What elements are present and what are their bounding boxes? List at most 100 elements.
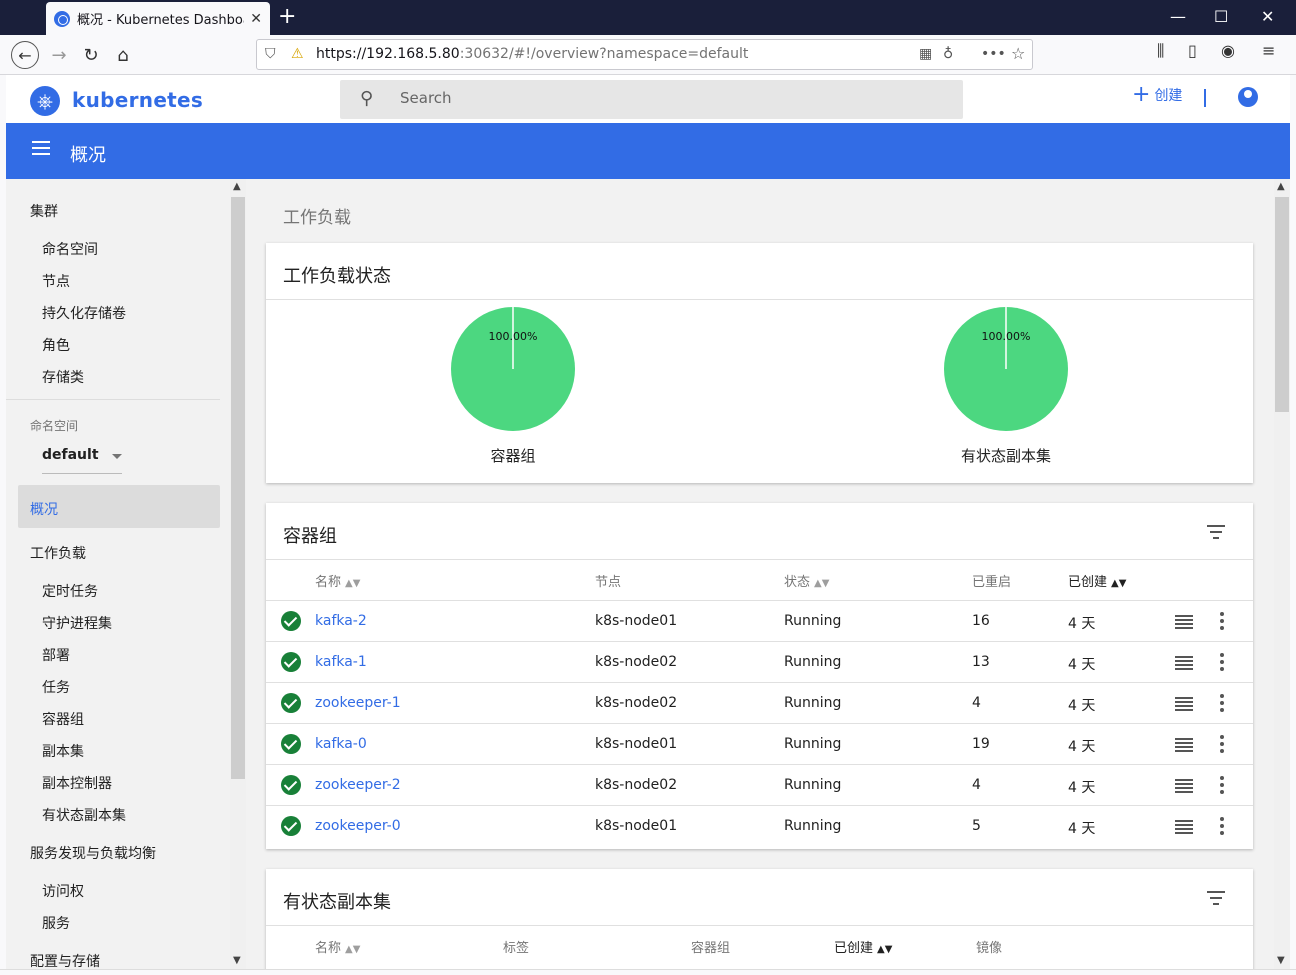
sidebar-item-services[interactable]: 服务 [42, 913, 70, 933]
more-vert-icon[interactable] [1220, 817, 1224, 838]
sidebar-section-cluster[interactable]: 集群 [30, 201, 58, 221]
pod-name-link[interactable]: kafka-2 [315, 613, 367, 629]
filter-icon[interactable] [1207, 891, 1225, 905]
sidebar-item-pods[interactable]: 容器组 [42, 709, 84, 729]
sidebar-item-roles[interactable]: 角色 [42, 335, 70, 355]
main-scrollbar[interactable]: ▲ ▼ [1274, 179, 1290, 969]
user-account-icon[interactable] [1238, 87, 1258, 107]
main-scroll-thumb[interactable] [1275, 197, 1289, 412]
insecure-lock-icon[interactable]: ⚠ [291, 46, 304, 62]
sidebar-item-statefulsets[interactable]: 有状态副本集 [42, 805, 126, 825]
title-bar: 概况 - Kubernetes Dashboard ✕ + — ☐ ✕ [0, 0, 1296, 35]
more-vert-icon[interactable] [1220, 776, 1224, 797]
logs-icon[interactable] [1175, 820, 1193, 834]
table-row: kafka-0 k8s-node01 Running 19 4 天 [266, 723, 1253, 764]
search-input[interactable] [400, 89, 920, 107]
url-text[interactable]: https://192.168.5.80:30632/#!/overview?n… [316, 46, 748, 62]
pod-name-link[interactable]: zookeeper-2 [315, 777, 401, 793]
close-tab-icon[interactable]: ✕ [250, 11, 262, 27]
scroll-up-icon[interactable]: ▲ [233, 181, 241, 192]
sidebar-item-ingresses[interactable]: 访问权 [42, 881, 84, 901]
pod-node: k8s-node01 [595, 736, 678, 752]
column-header-name[interactable]: 名称 ▲▼ [315, 937, 360, 956]
home-icon[interactable]: ⌂ [109, 41, 137, 69]
pod-name-link[interactable]: kafka-1 [315, 654, 367, 670]
sidebar-item-storage-classes[interactable]: 存储类 [42, 367, 84, 387]
shield-icon[interactable]: ⛉ [265, 46, 276, 62]
sidebar-section-workloads[interactable]: 工作负载 [30, 543, 86, 563]
sidebar-section-discovery[interactable]: 服务发现与负载均衡 [30, 843, 156, 863]
logs-icon[interactable] [1175, 738, 1193, 752]
pod-age: 4 天 [1068, 780, 1096, 796]
sidebar-section-config[interactable]: 配置与存储 [30, 951, 100, 969]
pod-restarts: 4 [972, 777, 981, 793]
filter-icon[interactable] [1207, 525, 1225, 539]
search-icon: ⚲ [360, 88, 374, 109]
kubernetes-logo-icon[interactable]: ⎈ [30, 86, 60, 116]
pods-status-pie[interactable] [450, 306, 576, 432]
account-icon[interactable]: ◉ [1221, 41, 1235, 60]
brand-name[interactable]: kubernetes [72, 88, 203, 112]
hamburger-menu-icon[interactable] [32, 141, 50, 155]
new-tab-icon[interactable]: + [278, 4, 296, 30]
sidebar-item-namespaces[interactable]: 命名空间 [42, 239, 98, 259]
page-title: 概况 [70, 145, 106, 166]
sort-asc-icon: ▲▼ [1111, 578, 1127, 589]
page-actions-icon[interactable]: ••• [981, 46, 1006, 62]
more-vert-icon[interactable] [1220, 735, 1224, 756]
app-menu-icon[interactable]: ≡ [1262, 41, 1275, 60]
sidebar-item-daemonsets[interactable]: 守护进程集 [42, 613, 112, 633]
pod-name-link[interactable]: zookeeper-0 [315, 818, 401, 834]
pod-age: 4 天 [1068, 821, 1096, 837]
forward-icon[interactable]: → [45, 41, 73, 69]
pod-restarts: 16 [972, 613, 990, 629]
sidebar-item-overview[interactable]: 概况 [30, 499, 58, 519]
logs-icon[interactable] [1175, 615, 1193, 629]
statefulsets-status-pie[interactable] [943, 306, 1069, 432]
sidebar-item-jobs[interactable]: 任务 [42, 677, 70, 697]
browser-tab[interactable]: 概况 - Kubernetes Dashboard ✕ [46, 2, 270, 35]
section-title: 工作负载 [283, 208, 351, 228]
logs-icon[interactable] [1175, 779, 1193, 793]
logs-icon[interactable] [1175, 656, 1193, 670]
search-box[interactable]: ⚲ [340, 80, 963, 119]
more-vert-icon[interactable] [1220, 694, 1224, 715]
scroll-up-icon[interactable]: ▲ [1277, 181, 1285, 192]
sidebar-item-persistent-volumes[interactable]: 持久化存储卷 [42, 303, 126, 323]
sidebar-toggle-icon[interactable]: ▯ [1188, 41, 1197, 60]
minimize-icon[interactable]: — [1170, 7, 1186, 27]
sidebar-item-nodes[interactable]: 节点 [42, 271, 70, 291]
qr-code-icon[interactable]: ▦ [919, 46, 932, 62]
namespace-select[interactable]: default [42, 447, 122, 463]
pod-name-link[interactable]: zookeeper-1 [315, 695, 401, 711]
pod-name-link[interactable]: kafka-0 [315, 736, 367, 752]
page-toolbar: 概况 [6, 123, 1290, 179]
scroll-down-icon[interactable]: ▼ [1277, 955, 1285, 966]
reader-tip-icon[interactable]: ♁ [943, 46, 953, 62]
column-header-name[interactable]: 名称 ▲▼ [315, 571, 360, 590]
column-header-status[interactable]: 状态 ▲▼ [784, 571, 829, 590]
logs-icon[interactable] [1175, 697, 1193, 711]
pods-pie-percent: 100.00% [488, 330, 538, 343]
bookmark-star-icon[interactable]: ☆ [1011, 44, 1025, 63]
table-row: kafka-1 k8s-node02 Running 13 4 天 [266, 641, 1253, 682]
url-bar[interactable]: ⛉ ⚠ https://192.168.5.80:30632/#!/overvi… [256, 39, 1033, 70]
more-vert-icon[interactable] [1220, 612, 1224, 633]
more-vert-icon[interactable] [1220, 653, 1224, 674]
maximize-icon[interactable]: ☐ [1214, 7, 1228, 27]
sidebar-item-replication-controllers[interactable]: 副本控制器 [42, 773, 112, 793]
pod-node: k8s-node01 [595, 613, 678, 629]
close-window-icon[interactable]: ✕ [1261, 7, 1274, 27]
scroll-down-icon[interactable]: ▼ [233, 955, 241, 966]
sidebar-item-cronjobs[interactable]: 定时任务 [42, 581, 98, 601]
sidebar-scrollbar[interactable]: ▲ ▼ [230, 179, 246, 969]
column-header-created[interactable]: 已创建 ▲▼ [1068, 571, 1126, 590]
library-icon[interactable]: ⫼ [1157, 41, 1164, 61]
back-icon[interactable]: ← [11, 41, 39, 69]
sidebar-item-deployments[interactable]: 部署 [42, 645, 70, 665]
reload-icon[interactable]: ↻ [77, 41, 105, 69]
sidebar-item-replicasets[interactable]: 副本集 [42, 741, 84, 761]
create-button[interactable]: + 创建 [1132, 84, 1182, 106]
sidebar-scroll-thumb[interactable] [231, 197, 245, 779]
column-header-created[interactable]: 已创建 ▲▼ [834, 937, 892, 956]
